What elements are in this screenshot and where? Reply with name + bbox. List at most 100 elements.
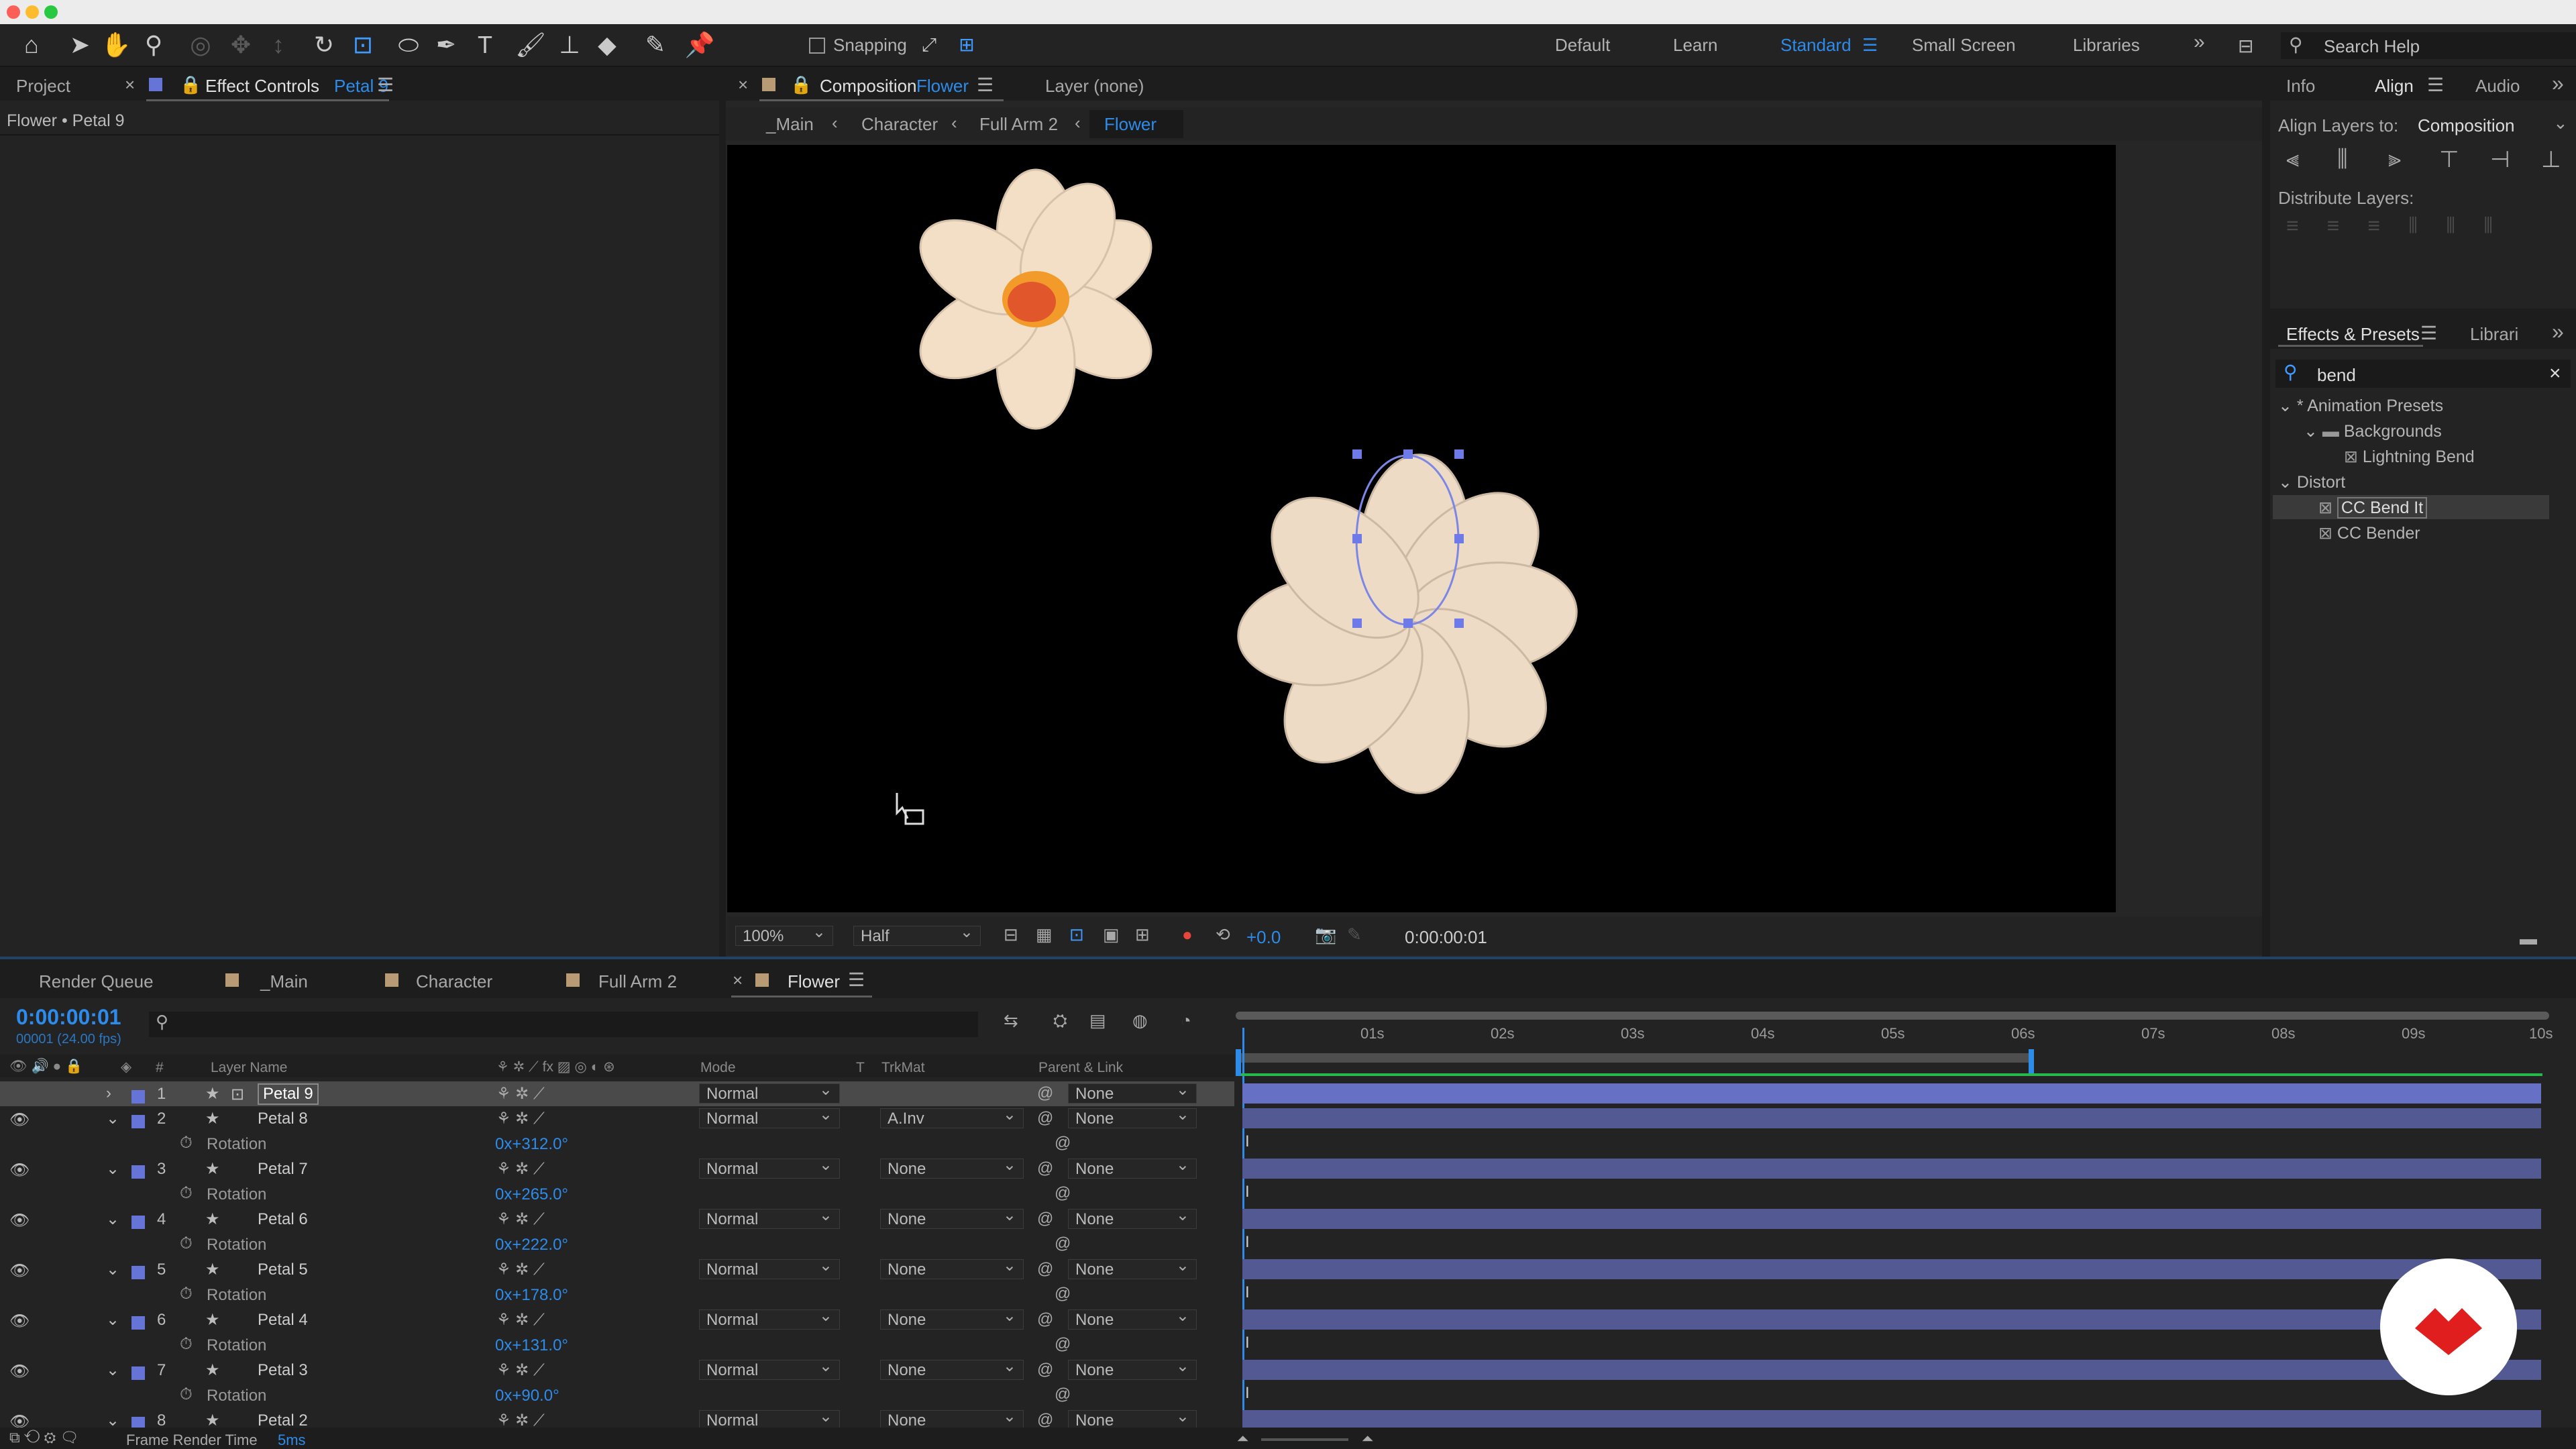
align-layers-to-dropdown[interactable]: Composition [2418,115,2515,136]
tab-align[interactable]: Align [2375,76,2414,97]
home-icon[interactable]: ⌂ [16,30,47,60]
work-area-bar[interactable] [1236,1053,2033,1063]
tab-info[interactable]: Info [2286,76,2315,97]
layer-name[interactable]: Petal 5 [258,1260,308,1279]
layer-name[interactable]: Petal 7 [258,1160,308,1179]
mode-dropdown[interactable]: Normal [699,1356,840,1380]
effects-tree-row[interactable]: ⊠ Lightning Bend [2344,447,2475,467]
align-vertical-center-icon[interactable]: ⊣ [2490,146,2510,173]
close-tab-icon[interactable]: × [738,74,748,95]
keyframe-marker-icon[interactable]: I [1245,1283,1250,1302]
layer-label-color[interactable] [131,1212,145,1231]
rotation-value[interactable]: 0x+222.0° [495,1236,568,1254]
zoom-in-icon[interactable]: ⏶ [1362,1430,1374,1448]
pick-whip-icon[interactable]: @ [1037,1084,1053,1103]
layer-name[interactable]: Petal 8 [258,1110,308,1128]
parent-dropdown[interactable]: None [1068,1205,1197,1229]
region-of-interest-icon[interactable]: ▣ [1103,924,1120,945]
chevron-icon[interactable]: ⌄ [106,1310,119,1330]
mode-dropdown[interactable]: Normal [699,1306,840,1330]
rotation-tool-icon[interactable]: ↻ [309,30,339,60]
pick-whip-icon[interactable]: @ [1037,1210,1053,1228]
pick-whip-icon[interactable]: @ [1037,1109,1053,1128]
draft-3d-icon[interactable]: ⛭ [1053,1010,1067,1032]
composition-viewer[interactable] [727,145,2116,912]
snap-options-icon[interactable]: ⊞ [951,30,982,60]
snapping-checkbox[interactable] [809,38,825,54]
hand-tool-icon[interactable]: ✋ [101,30,131,60]
stopwatch-icon[interactable]: ⏱ [180,1335,193,1354]
layer-duration-bar[interactable] [1242,1309,2541,1330]
mode-dropdown[interactable]: Normal [699,1205,840,1229]
tab-effect-controls[interactable]: Effect Controls [205,76,319,97]
search-help-field[interactable]: ⚲ Search Help [2281,32,2576,59]
workspace-small-screen[interactable]: Small Screen [1912,35,2016,56]
mask-visibility-icon[interactable]: ⊡ [1069,924,1084,945]
layer-duration-bar[interactable] [1242,1360,2541,1380]
current-time[interactable]: 0:00:00:01 [16,1005,121,1030]
expression-pick-whip-icon[interactable]: @ [1055,1184,1071,1203]
chevron-icon[interactable]: › [106,1084,111,1103]
parent-dropdown[interactable]: None [1068,1256,1197,1279]
layer-duration-bar[interactable] [1242,1159,2541,1179]
effects-tree-row[interactable]: ⌄ ▬ Backgrounds [2304,421,2442,441]
eye-icon[interactable]: 👁 [9,1211,30,1230]
chevron-icon[interactable]: ⌄ [106,1210,119,1229]
layer-row[interactable]: › 1 ★ ⊡ Petal 9 ⚘ ✲ ⟋ Normal @ None [0,1080,1234,1106]
effects-tree-row[interactable]: ⌄ * Animation Presets [2278,396,2443,416]
close-tab-icon[interactable]: × [125,74,135,95]
rotation-value[interactable]: 0x+265.0° [495,1185,568,1204]
zoom-window-button[interactable] [44,5,58,19]
anchor-point-tool-icon[interactable]: ⊡ [347,30,378,60]
transparency-grid-icon[interactable]: ▦ [1036,924,1053,945]
t-header[interactable]: T [856,1060,865,1076]
panel-menu-icon[interactable]: ☰ [848,969,865,991]
more-tabs-icon[interactable]: » [2552,71,2564,96]
layer-duration-bar[interactable] [1242,1209,2541,1229]
tab-layer[interactable]: Layer (none) [1045,76,1144,97]
effects-tree-row[interactable]: ⊠ CC Bend It [2318,497,2428,519]
layer-duration-bar[interactable] [1242,1083,2541,1104]
parent-dropdown[interactable]: None [1068,1306,1197,1330]
parent-dropdown[interactable]: None [1068,1356,1197,1380]
layer-label-color[interactable] [131,1313,145,1332]
nav-character[interactable]: Character [861,114,938,135]
layer-name[interactable]: Petal 4 [258,1311,308,1330]
eye-icon[interactable]: 👁 [9,1110,30,1130]
channel-icon[interactable]: ● [1182,924,1193,945]
layer-row[interactable]: 👁 ⌄ 2 ★ Petal 8 ⚘ ✲ ⟋ Normal A.Inv @ None [0,1105,1234,1131]
lock-icon[interactable]: 🔒 [790,74,812,95]
tab-character[interactable]: Character [416,971,492,992]
tab-effects-presets[interactable]: Effects & Presets [2286,324,2420,345]
pick-whip-icon[interactable]: @ [1037,1411,1053,1430]
layer-row[interactable]: 👁 ⌄ 6 ★ Petal 4 ⚘ ✲ ⟋ Normal None @ None [0,1306,1234,1332]
minimize-window-button[interactable] [25,5,39,19]
layer-switches[interactable]: ⚘ ✲ ⟋ [496,1159,545,1179]
parent-dropdown[interactable]: None [1068,1080,1197,1104]
roto-brush-tool-icon[interactable]: ✎ [640,30,671,60]
grid-guides-icon[interactable]: ⊞ [1135,924,1150,945]
tab-project[interactable]: Project [16,76,70,97]
work-area-end-handle[interactable] [2029,1049,2034,1076]
rotation-value[interactable]: 0x+90.0° [495,1387,559,1405]
keyframe-marker-icon[interactable]: I [1245,1233,1250,1252]
eye-icon[interactable]: 👁 [9,1161,30,1180]
orbit-camera-icon[interactable]: ◎ [185,30,216,60]
timeline-search-field[interactable] [149,1012,978,1037]
type-tool-icon[interactable]: T [470,30,500,60]
tab-composition[interactable]: Composition [820,76,917,97]
chevron-icon[interactable]: ⌄ [106,1360,119,1380]
parent-dropdown[interactable]: None [1068,1105,1197,1128]
layer-row[interactable]: 👁 ⌄ 4 ★ Petal 6 ⚘ ✲ ⟋ Normal None @ None [0,1205,1234,1232]
layer-switches[interactable]: ⚘ ✲ ⟋ [496,1360,545,1380]
effects-tree-row[interactable]: ⊠ CC Bender [2318,523,2420,543]
rotation-value[interactable]: 0x+131.0° [495,1336,568,1355]
clear-search-icon[interactable]: × [2549,362,2561,385]
search-panel-toggle-icon[interactable]: ⊟ [2238,35,2253,57]
pick-whip-icon[interactable]: @ [1037,1360,1053,1379]
stopwatch-icon[interactable]: ⏱ [180,1234,193,1253]
stopwatch-icon[interactable]: ⏱ [180,1285,193,1303]
layer-switches[interactable]: ⚘ ✲ ⟋ [496,1084,545,1104]
expression-pick-whip-icon[interactable]: @ [1055,1385,1071,1404]
tab-main[interactable]: _Main [260,971,308,992]
